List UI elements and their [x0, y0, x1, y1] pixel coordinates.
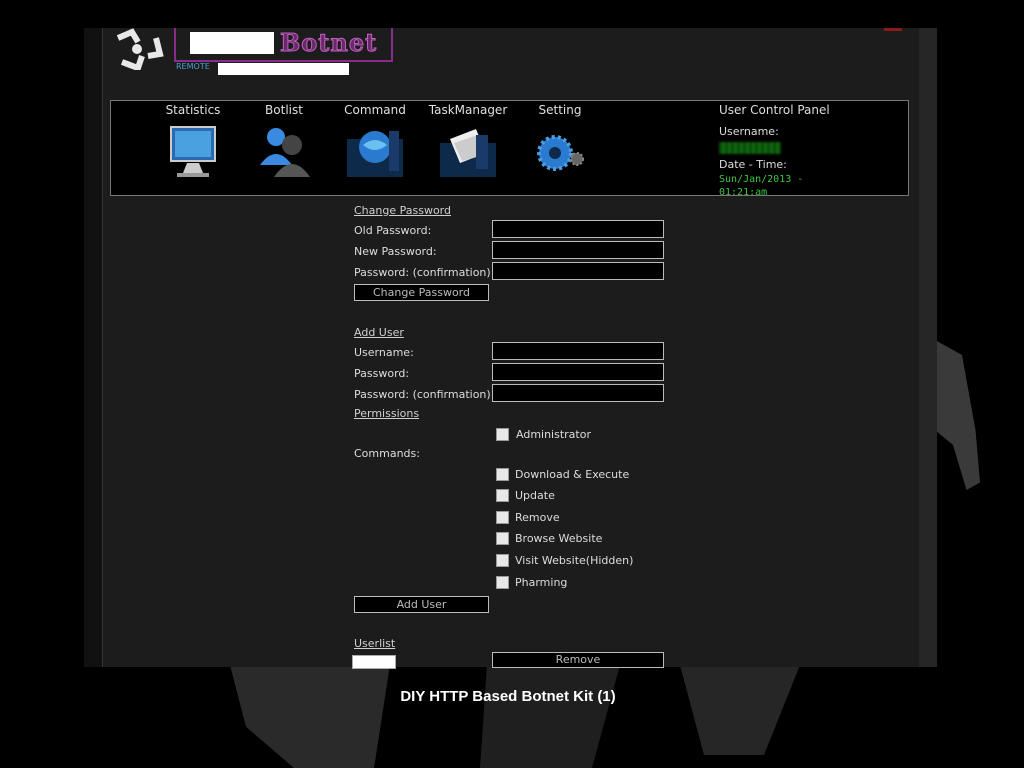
- add-user-title: Add User: [354, 326, 404, 339]
- password-input[interactable]: [492, 363, 664, 381]
- slide-caption: DIY HTTP Based Botnet Kit (1): [400, 688, 616, 705]
- username-label: Username:: [719, 125, 779, 138]
- datetime-label: Date - Time:: [719, 158, 787, 171]
- old-password-label: Old Password:: [354, 224, 432, 237]
- user-control-panel: User Control Panel Username: Date - Time…: [719, 103, 899, 199]
- checkbox-label: Administrator: [516, 428, 591, 441]
- nav-label: Command: [344, 103, 406, 117]
- password-label: Password:: [354, 367, 410, 380]
- update-checkbox[interactable]: [496, 489, 509, 502]
- username-label: Username:: [354, 346, 414, 359]
- checkbox-label: Remove: [515, 511, 560, 524]
- change-password-title: Change Password: [354, 204, 451, 217]
- biohazard-logo-icon: [116, 28, 164, 70]
- redacted-name: [190, 32, 274, 54]
- time-line: 01:21:am: [719, 187, 768, 198]
- confirm-password-input[interactable]: [492, 384, 664, 402]
- users-icon: [260, 128, 310, 177]
- new-password-label: New Password:: [354, 245, 437, 258]
- nav-command[interactable]: Command: [330, 101, 420, 179]
- nav-label: Botlist: [265, 103, 303, 117]
- old-password-input[interactable]: [492, 220, 664, 238]
- right-border: [919, 28, 937, 667]
- checkbox-label: Update: [515, 489, 555, 502]
- confirm-password-label: Password: (confirmation): [354, 266, 491, 279]
- userlist-select[interactable]: [352, 655, 396, 669]
- change-password-form: Change Password Old Password: New Passwo…: [354, 204, 674, 304]
- nav-statistics[interactable]: Statistics: [148, 101, 238, 179]
- change-password-button[interactable]: Change Password: [354, 284, 489, 301]
- commands-label: Commands:: [354, 447, 420, 460]
- checkbox-label: Pharming: [515, 576, 568, 589]
- monitor-icon: [170, 126, 216, 177]
- visit-website-hidden-checkbox[interactable]: [496, 554, 509, 567]
- username-input[interactable]: [492, 342, 664, 360]
- new-password-input[interactable]: [492, 241, 664, 259]
- download-execute-checkbox[interactable]: [496, 468, 509, 481]
- nav-label: TaskManager: [428, 103, 508, 117]
- date-line: Sun/Jan/2013 -: [719, 174, 804, 185]
- userlist-title: Userlist: [354, 637, 396, 650]
- screenshot-panel: Botnet REMOTE Statistics Botlist Command: [84, 28, 937, 669]
- redacted-username: [719, 142, 781, 154]
- add-user-button[interactable]: Add User: [354, 596, 489, 613]
- main-navigation: Statistics Botlist Command TaskManager S…: [110, 100, 909, 199]
- background-silhouette: [935, 340, 980, 490]
- remove-user-button[interactable]: Remove: [492, 652, 664, 668]
- datetime-value: Sun/Jan/2013 - 01:21:am: [719, 173, 899, 199]
- nav-botlist[interactable]: Botlist: [239, 101, 329, 179]
- background-silhouette: [680, 665, 800, 755]
- checkbox-label: Browse Website: [515, 532, 603, 545]
- globe-icon: [347, 131, 403, 177]
- permissions-title: Permissions: [354, 407, 420, 420]
- browse-website-checkbox[interactable]: [496, 532, 509, 545]
- gear-icon: [537, 135, 584, 171]
- redacted-remote: [218, 63, 349, 75]
- nav-label: Statistics: [165, 103, 221, 117]
- nav-taskmanager[interactable]: TaskManager: [423, 101, 513, 179]
- background-silhouette: [230, 665, 390, 768]
- pharming-checkbox[interactable]: [496, 576, 509, 589]
- confirm-password-label: Password: (confirmation): [354, 388, 491, 401]
- window-corner-mark: [884, 28, 902, 31]
- left-border: [84, 28, 103, 667]
- add-user-form: Add User Username: Password: Password: (…: [354, 326, 674, 616]
- remote-label: REMOTE: [176, 62, 210, 71]
- documents-icon: [440, 129, 496, 177]
- nav-setting[interactable]: Setting: [515, 101, 605, 179]
- checkbox-label: Visit Website(Hidden): [515, 554, 634, 567]
- administrator-checkbox[interactable]: [496, 428, 509, 441]
- user-panel-title: User Control Panel: [719, 103, 830, 117]
- nav-label: Setting: [538, 103, 582, 117]
- remove-checkbox[interactable]: [496, 511, 509, 524]
- checkbox-label: Download & Execute: [515, 468, 630, 481]
- confirm-password-input[interactable]: [492, 262, 664, 280]
- background-silhouette: [480, 665, 620, 768]
- userlist-section: Userlist Remove: [352, 637, 674, 669]
- brand-title: Botnet: [279, 28, 378, 58]
